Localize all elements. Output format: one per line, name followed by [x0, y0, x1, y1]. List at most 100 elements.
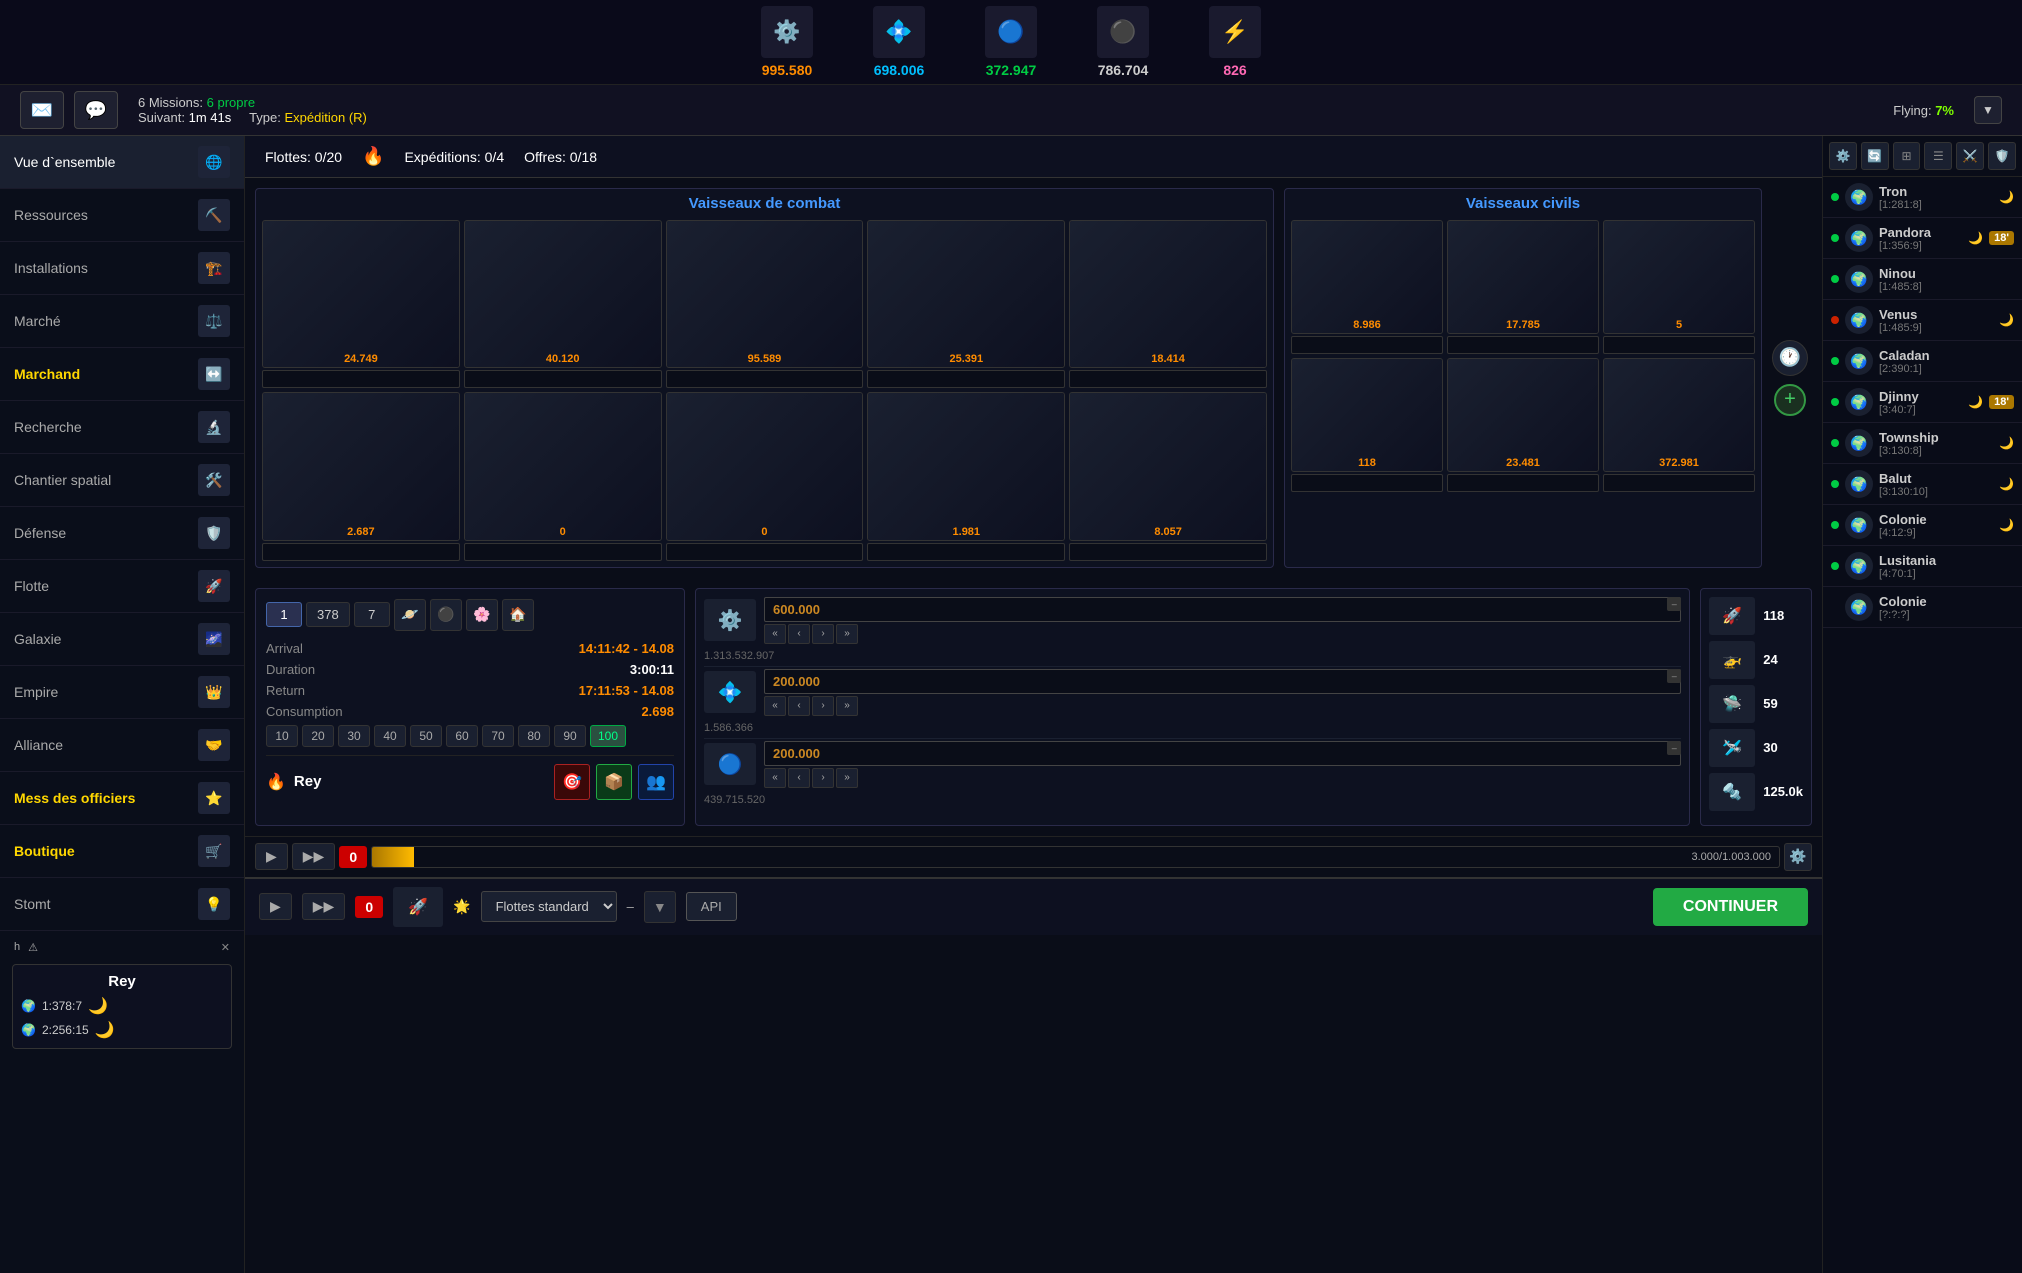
ship-input-8[interactable]: [867, 543, 1065, 561]
sidebar-item-galaxie[interactable]: Galaxie 🌌: [0, 613, 244, 666]
civil-ship-input-4[interactable]: [1447, 474, 1599, 492]
speed-btn-80[interactable]: 80: [518, 725, 550, 747]
sidebar-item-overview[interactable]: Vue d`ensemble 🌐: [0, 136, 244, 189]
right-shield-btn[interactable]: 🛡️: [1988, 142, 2016, 170]
player-coord-1[interactable]: 🌍 1:378:7 🌙: [21, 996, 223, 1016]
planet-list-item-8[interactable]: 🌍 Colonie [4:12:9] 🌙: [1823, 505, 2022, 546]
planet-list-item-6[interactable]: 🌍 Township [3:130:8] 🌙: [1823, 423, 2022, 464]
bottom-prev-btn[interactable]: ▶: [259, 893, 292, 920]
cargo-settings-btn[interactable]: ⚙️: [1784, 843, 1812, 871]
speed-btn-100[interactable]: 100: [590, 725, 626, 747]
speed-btn-10[interactable]: 10: [266, 725, 298, 747]
sidebar-item-stomt[interactable]: Stomt 💡: [0, 878, 244, 931]
mission-dropdown[interactable]: ▼: [1974, 96, 2002, 124]
send-metal-input[interactable]: [764, 597, 1681, 622]
close-alerts[interactable]: ✕: [221, 941, 230, 954]
right-refresh-btn[interactable]: 🔄: [1861, 142, 1889, 170]
send-crystal-next[interactable]: ›: [812, 696, 834, 716]
api-button[interactable]: API: [686, 892, 737, 921]
target-send-icon[interactable]: 📦: [596, 764, 632, 800]
flower-tab-icon[interactable]: 🌸: [466, 599, 498, 631]
right-list-btn[interactable]: ☰: [1924, 142, 1952, 170]
ship-input-4[interactable]: [1069, 370, 1267, 388]
target-group-icon[interactable]: 👥: [638, 764, 674, 800]
continue-button[interactable]: CONTINUER: [1653, 888, 1808, 926]
mission-tab-378[interactable]: 378: [306, 602, 350, 627]
civil-ship-input-1[interactable]: [1447, 336, 1599, 354]
flottes-standard-select[interactable]: Flottes standard: [481, 891, 617, 922]
send-deuterium-prev[interactable]: ‹: [788, 768, 810, 788]
planet-list-item-7[interactable]: 🌍 Balut [3:130:10] 🌙: [1823, 464, 2022, 505]
ship-input-9[interactable]: [1069, 543, 1267, 561]
close-crystal-btn[interactable]: –: [1667, 669, 1681, 683]
clock-icon[interactable]: 🕐: [1772, 340, 1808, 376]
send-metal-next-next[interactable]: »: [836, 624, 858, 644]
sidebar-item-mess[interactable]: Mess des officiers ⭐: [0, 772, 244, 825]
send-deuterium-input[interactable]: [764, 741, 1681, 766]
civil-ship-input-3[interactable]: [1291, 474, 1443, 492]
right-grid-btn[interactable]: ⊞: [1893, 142, 1921, 170]
speed-btn-40[interactable]: 40: [374, 725, 406, 747]
fleet-next-btn[interactable]: ▶▶: [292, 843, 336, 870]
mail-button[interactable]: ✉️: [20, 91, 64, 129]
ship-input-5[interactable]: [262, 543, 460, 561]
sidebar-item-ressources[interactable]: Ressources ⛏️: [0, 189, 244, 242]
planet-list-item-2[interactable]: 🌍 Ninou [1:485:8]: [1823, 259, 2022, 300]
send-crystal-input[interactable]: [764, 669, 1681, 694]
send-deuterium-next-next[interactable]: »: [836, 768, 858, 788]
send-metal-prev-prev[interactable]: «: [764, 624, 786, 644]
mission-tab-1[interactable]: 1: [266, 602, 302, 627]
close-metal-btn[interactable]: –: [1667, 597, 1681, 611]
planet-list-item-3[interactable]: 🌍 Venus [1:485:9] 🌙: [1823, 300, 2022, 341]
send-metal-next[interactable]: ›: [812, 624, 834, 644]
chat-button[interactable]: 💬: [74, 91, 118, 129]
mission-tab-7[interactable]: 7: [354, 602, 390, 627]
planet-list-item-10[interactable]: 🌍 Colonie [?:?:?]: [1823, 587, 2022, 628]
planet-list-item-0[interactable]: 🌍 Tron [1:281:8] 🌙: [1823, 177, 2022, 218]
planet-tab-icon[interactable]: 🪐: [394, 599, 426, 631]
planet-list-item-5[interactable]: 🌍 Djinny [3:40:7] 🌙 18': [1823, 382, 2022, 423]
send-deuterium-prev-prev[interactable]: «: [764, 768, 786, 788]
send-crystal-prev-prev[interactable]: «: [764, 696, 786, 716]
player-coord-2[interactable]: 🌍 2:256:15 🌙: [21, 1020, 223, 1040]
planet-list-item-1[interactable]: 🌍 Pandora [1:356:9] 🌙 18': [1823, 218, 2022, 259]
fleet-prev-btn[interactable]: ▶: [255, 843, 288, 870]
sidebar-item-chantier[interactable]: Chantier spatial 🛠️: [0, 454, 244, 507]
sidebar-item-marchand[interactable]: Marchand ↔️: [0, 348, 244, 401]
bottom-next-btn[interactable]: ▶▶: [302, 893, 346, 920]
planet-list-item-9[interactable]: 🌍 Lusitania [4:70:1]: [1823, 546, 2022, 587]
sidebar-item-empire[interactable]: Empire 👑: [0, 666, 244, 719]
ship-input-1[interactable]: [464, 370, 662, 388]
sidebar-item-recherche[interactable]: Recherche 🔬: [0, 401, 244, 454]
speed-btn-50[interactable]: 50: [410, 725, 442, 747]
send-crystal-next-next[interactable]: »: [836, 696, 858, 716]
speed-btn-90[interactable]: 90: [554, 725, 586, 747]
sphere-tab-icon[interactable]: ⚫: [430, 599, 462, 631]
sidebar-item-boutique[interactable]: Boutique 🛒: [0, 825, 244, 878]
sidebar-item-alliance[interactable]: Alliance 🤝: [0, 719, 244, 772]
target-attack-icon[interactable]: 🎯: [554, 764, 590, 800]
add-ship-button[interactable]: +: [1774, 384, 1806, 416]
ship-input-7[interactable]: [666, 543, 864, 561]
send-metal-prev[interactable]: ‹: [788, 624, 810, 644]
ship-input-6[interactable]: [464, 543, 662, 561]
send-crystal-prev[interactable]: ‹: [788, 696, 810, 716]
speed-btn-20[interactable]: 20: [302, 725, 334, 747]
speed-btn-70[interactable]: 70: [482, 725, 514, 747]
civil-ship-input-5[interactable]: [1603, 474, 1755, 492]
sidebar-item-flotte[interactable]: Flotte 🚀: [0, 560, 244, 613]
planet-list-item-4[interactable]: 🌍 Caladan [2:390:1]: [1823, 341, 2022, 382]
right-settings-btn[interactable]: ⚔️: [1956, 142, 1984, 170]
civil-ship-input-2[interactable]: [1603, 336, 1755, 354]
ship-input-2[interactable]: [666, 370, 864, 388]
speed-btn-30[interactable]: 30: [338, 725, 370, 747]
home-tab-icon[interactable]: 🏠: [502, 599, 534, 631]
send-deuterium-next[interactable]: ›: [812, 768, 834, 788]
civil-ship-input-0[interactable]: [1291, 336, 1443, 354]
ship-input-3[interactable]: [867, 370, 1065, 388]
speed-btn-60[interactable]: 60: [446, 725, 478, 747]
sidebar-item-marche[interactable]: Marché ⚖️: [0, 295, 244, 348]
close-deuterium-btn[interactable]: –: [1667, 741, 1681, 755]
dropdown-arrow-btn[interactable]: ▼: [644, 891, 676, 923]
right-gear-btn[interactable]: ⚙️: [1829, 142, 1857, 170]
